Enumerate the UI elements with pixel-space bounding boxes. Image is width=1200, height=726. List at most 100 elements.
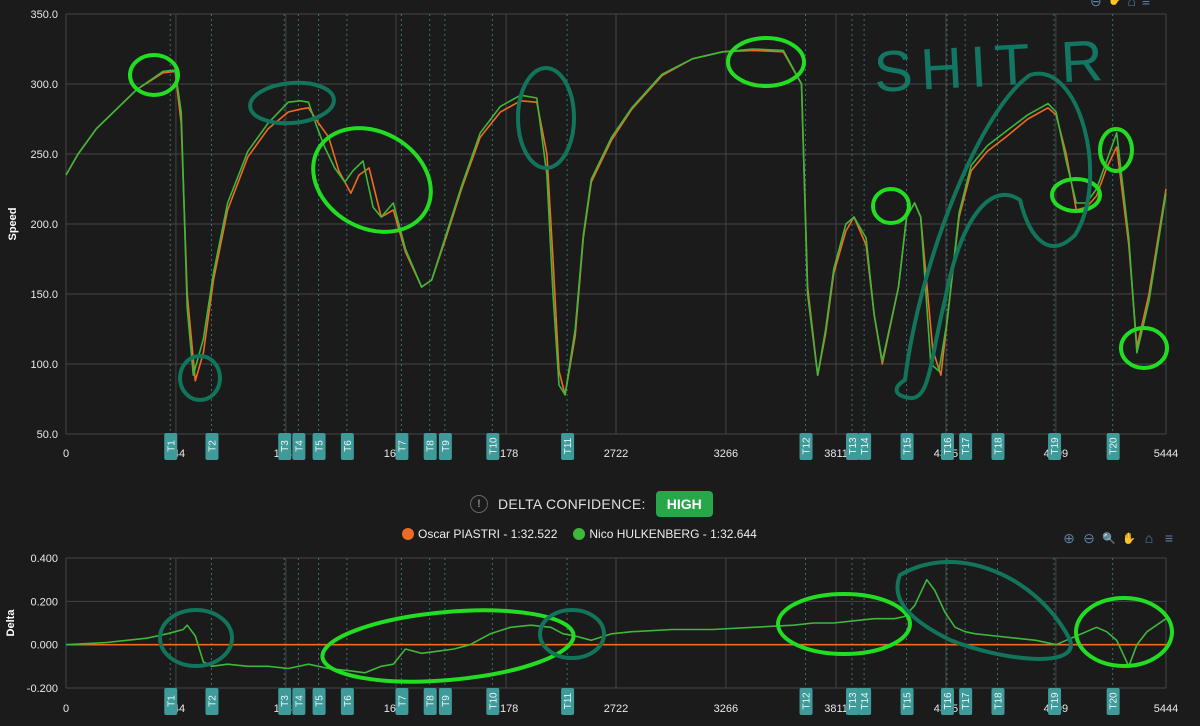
- turn-label: T4: [294, 440, 305, 452]
- turn-badge: T10: [486, 688, 500, 715]
- turn-label: T15: [903, 692, 914, 710]
- turn-badge: T4: [292, 688, 306, 715]
- turn-label: T17: [961, 692, 972, 710]
- turn-badge: T17: [959, 433, 973, 460]
- turn-badge: T9: [438, 433, 452, 460]
- turn-badge: T11: [561, 688, 575, 715]
- turn-label: T13: [848, 437, 859, 455]
- legend-item-hulkenberg[interactable]: Nico HULKENBERG - 1:32.644: [573, 527, 757, 541]
- turn-badge: T10: [486, 433, 500, 460]
- turn-label: T18: [993, 437, 1004, 455]
- turn-label: T12: [802, 692, 813, 710]
- annotation-circle: [320, 608, 576, 684]
- turn-label: T4: [294, 695, 305, 707]
- home-icon[interactable]: ⌂: [1142, 530, 1156, 546]
- turn-badge: T18: [991, 688, 1005, 715]
- x-tick-label: 3811: [824, 448, 848, 460]
- legend-label: Oscar PIASTRI - 1:32.522: [418, 527, 558, 541]
- annotation-circle: [248, 80, 336, 126]
- turn-badge: T7: [395, 433, 409, 460]
- turn-badge: T18: [991, 433, 1005, 460]
- turn-badge: T11: [561, 433, 575, 460]
- turn-badge: T16: [940, 688, 954, 715]
- y-tick-label: 50.0: [37, 429, 58, 441]
- turn-label: T10: [488, 437, 499, 455]
- zoom-select-icon[interactable]: 🔍: [1102, 531, 1116, 545]
- menu-icon[interactable]: ≡: [1162, 530, 1176, 546]
- turn-badge: T13: [846, 433, 860, 460]
- annotation-loop: [894, 71, 1093, 400]
- turn-label: T7: [397, 695, 408, 707]
- turn-badge: T16: [940, 433, 954, 460]
- turn-label: T2: [207, 695, 218, 707]
- turn-badge: T8: [423, 688, 437, 715]
- zoom-out-icon[interactable]: ⊖: [1090, 0, 1102, 10]
- turn-label: T14: [860, 692, 871, 710]
- turn-badge: T9: [438, 688, 452, 715]
- turn-badge: T5: [312, 688, 326, 715]
- turn-badge: T2: [205, 688, 219, 715]
- y-tick-label: 100.0: [30, 359, 58, 371]
- y-tick-label: 350.0: [30, 9, 58, 21]
- y-tick-label: 250.0: [30, 149, 58, 161]
- zoom-in-icon[interactable]: ⊕: [1062, 530, 1076, 546]
- y-tick-label: 0.400: [30, 553, 58, 565]
- turn-label: T19: [1050, 692, 1061, 710]
- y-axis-label: Delta: [5, 609, 17, 637]
- turn-label: T8: [426, 695, 437, 707]
- turn-label: T15: [903, 437, 914, 455]
- x-tick-label: 5444: [1154, 448, 1178, 460]
- legend-item-piastri[interactable]: Oscar PIASTRI - 1:32.522: [402, 527, 557, 541]
- turn-badge: T6: [340, 433, 354, 460]
- x-tick-label: 0: [63, 703, 69, 715]
- menu-icon[interactable]: ≡: [1142, 0, 1150, 10]
- turn-badge: T20: [1106, 433, 1120, 460]
- turn-label: T20: [1109, 437, 1120, 455]
- turn-label: T6: [343, 440, 354, 452]
- y-tick-label: 0.000: [30, 640, 58, 652]
- x-tick-label: 0: [63, 448, 69, 460]
- annotation-circle: [726, 36, 806, 88]
- turn-badge: T5: [312, 433, 326, 460]
- turn-label: T9: [441, 695, 452, 707]
- telemetry-charts: 350.0300.0250.0200.0150.0100.050.0054410…: [5, 9, 1178, 715]
- y-tick-label: 200.0: [30, 219, 58, 231]
- turn-label: T3: [280, 695, 291, 707]
- turn-label: T8: [426, 440, 437, 452]
- pan-icon[interactable]: ✋: [1108, 0, 1122, 10]
- turn-label: T16: [943, 437, 954, 455]
- turn-label: T18: [993, 692, 1004, 710]
- turn-badge: T12: [799, 433, 813, 460]
- y-tick-label: 0.200: [30, 596, 58, 608]
- x-tick-label: 3266: [714, 448, 738, 460]
- turn-badge: T3: [278, 433, 292, 460]
- home-icon[interactable]: ⌂: [1127, 0, 1135, 10]
- annotation-circle: [871, 187, 911, 225]
- x-tick-label: 3811: [824, 703, 848, 715]
- annotation-circle: [1119, 326, 1169, 370]
- turn-label: T7: [397, 440, 408, 452]
- turn-badge: T6: [340, 688, 354, 715]
- turn-label: T6: [343, 695, 354, 707]
- turn-badge: T15: [900, 688, 914, 715]
- turn-label: T12: [802, 437, 813, 455]
- zoom-out-icon[interactable]: ⊖: [1082, 530, 1096, 546]
- legend-swatch: [573, 528, 586, 540]
- turn-badge: T1: [164, 433, 178, 460]
- turn-badge: T14: [858, 688, 872, 715]
- turn-label: T5: [315, 440, 326, 452]
- turn-badge: T19: [1048, 688, 1062, 715]
- turn-badge: T15: [900, 433, 914, 460]
- turn-label: T17: [961, 437, 972, 455]
- turn-badge: T13: [846, 688, 860, 715]
- chart-toolbar: ⊕ ⊖ 🔍 ✋ ⌂ ≡: [1062, 530, 1176, 547]
- turn-badge: T8: [423, 433, 437, 460]
- turn-badge: T14: [858, 433, 872, 460]
- delta-confidence: ! DELTA CONFIDENCE: HIGH: [470, 490, 713, 518]
- annotation-circle: [128, 53, 180, 97]
- turn-label: T3: [280, 440, 291, 452]
- x-tick-label: 2722: [604, 703, 628, 715]
- info-icon[interactable]: !: [470, 495, 488, 513]
- turn-label: T16: [943, 692, 954, 710]
- pan-icon[interactable]: ✋: [1122, 531, 1136, 545]
